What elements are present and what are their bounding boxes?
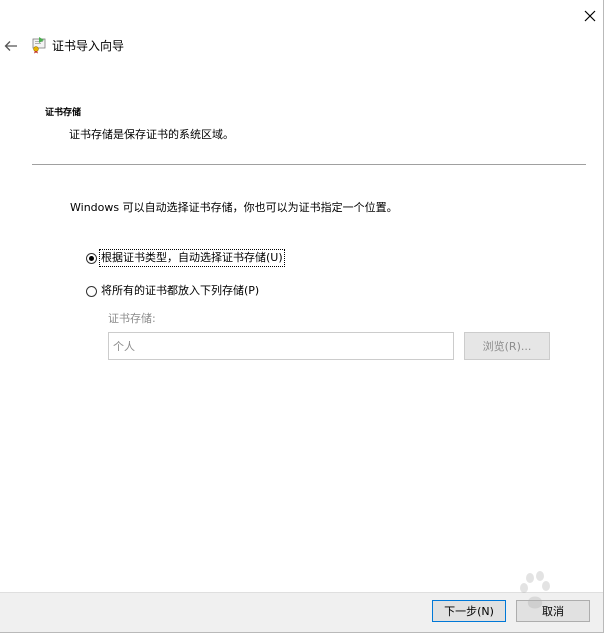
next-button[interactable]: 下一步(N) <box>432 600 506 622</box>
certificate-store-label: 证书存储: <box>108 312 156 325</box>
browse-button: 浏览(R)... <box>464 332 550 360</box>
back-button[interactable] <box>2 36 20 56</box>
intro-text: Windows 可以自动选择证书存储，你也可以为证书指定一个位置。 <box>70 201 398 214</box>
header-divider <box>32 164 586 165</box>
section-heading: 证书存储 <box>45 108 82 118</box>
radio-button-auto[interactable] <box>86 252 97 264</box>
footer-bar <box>0 592 603 632</box>
window-title: 证书导入向导 <box>52 39 125 53</box>
radio-button-manual[interactable] <box>86 285 97 297</box>
wizard-window: 证书导入向导 证书存储 证书存储是保存证书的系统区域。 Windows 可以自动… <box>0 0 604 633</box>
radio-option-manual[interactable]: 将所有的证书都放入下列存储(P) <box>86 283 260 299</box>
certificate-store-field: 个人 <box>108 332 454 360</box>
radio-label-auto[interactable]: 根据证书类型，自动选择证书存储(U) <box>99 249 285 267</box>
certificate-icon <box>32 37 46 54</box>
back-arrow-icon <box>4 41 17 51</box>
radio-option-auto[interactable]: 根据证书类型，自动选择证书存储(U) <box>86 249 285 267</box>
radio-label-manual[interactable]: 将所有的证书都放入下列存储(P) <box>100 283 260 299</box>
section-description: 证书存储是保存证书的系统区域。 <box>69 128 234 141</box>
close-button[interactable] <box>576 4 604 28</box>
close-icon <box>584 10 596 22</box>
cancel-button[interactable]: 取消 <box>516 600 590 622</box>
